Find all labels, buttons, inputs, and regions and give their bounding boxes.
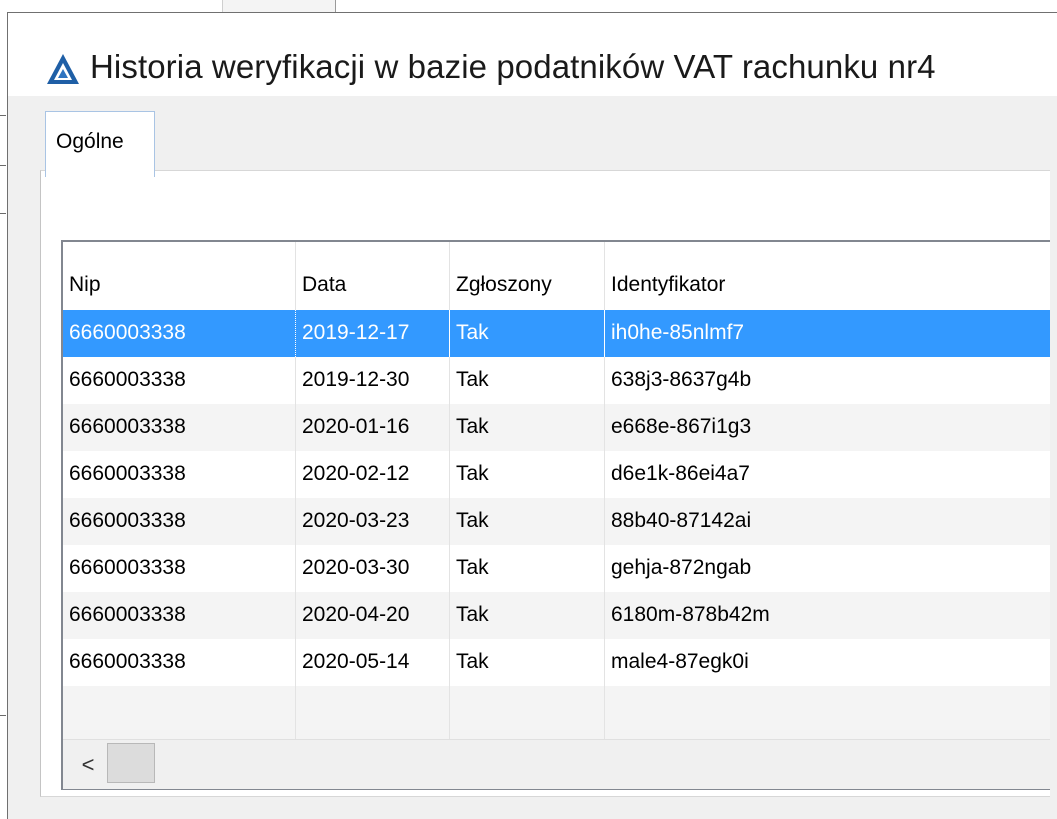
cell-data: 2020-01-16 <box>296 404 450 451</box>
cell-data: 2020-03-30 <box>296 545 450 592</box>
tab-general[interactable]: Ogólne <box>45 111 155 177</box>
horizontal-scrollbar[interactable]: < <box>63 739 1050 789</box>
table-row[interactable]: 6660003338 2020-01-16 Tak e668e-867i1g3 <box>63 404 1050 451</box>
cell-empty <box>605 686 1050 739</box>
cell-nip: 6660003338 <box>63 592 296 639</box>
cell-nip: 6660003338 <box>63 639 296 686</box>
cell-data: 2020-02-12 <box>296 451 450 498</box>
cell-zgloszony: Tak <box>450 357 605 404</box>
cell-identyfikator: gehja-872ngab <box>611 556 752 579</box>
cell-identyfikator: male4-87egk0i <box>611 650 749 673</box>
table-row-empty <box>63 686 1050 739</box>
cell-nip: 6660003338 <box>63 310 296 357</box>
cell-identyfikator: d6e1k-86ei4a7 <box>611 462 750 485</box>
cell-identyfikator: 6180m-878b42m <box>611 603 770 626</box>
cell-nip: 6660003338 <box>63 357 296 404</box>
cell-identyfikator: 88b40-87142ai <box>611 509 752 532</box>
tab-general-label: Ogólne <box>56 130 124 153</box>
scrollbar-thumb[interactable] <box>107 743 155 783</box>
cell-nip: 6660003338 <box>63 545 296 592</box>
column-header-data[interactable]: Data <box>296 242 450 310</box>
chevron-left-icon[interactable]: < <box>71 746 105 784</box>
cell-zgloszony: Tak <box>450 404 605 451</box>
table-row[interactable]: 6660003338 2020-04-20 Tak 6180m-878b42m <box>63 592 1050 639</box>
table-row[interactable]: 6660003338 2020-03-30 Tak gehja-872ngab <box>63 545 1050 592</box>
table-row[interactable]: 6660003338 2020-02-12 Tak d6e1k-86ei4a7 <box>63 451 1050 498</box>
table-row[interactable]: 6660003338 2020-05-14 Tak male4-87egk0i <box>63 639 1050 686</box>
cell-identyfikator: 638j3-8637g4b <box>611 368 752 391</box>
cell-nip: 6660003338 <box>63 498 296 545</box>
background-tab <box>222 0 336 12</box>
cell-nip: 6660003338 <box>63 404 296 451</box>
cell-empty <box>296 686 450 739</box>
cell-empty <box>63 686 296 739</box>
background-divider <box>0 165 6 166</box>
cell-zgloszony: Tak <box>450 639 605 686</box>
cell-data: 2020-04-20 <box>296 592 450 639</box>
cell-identyfikator: e668e-867i1g3 <box>611 415 752 438</box>
cell-zgloszony: Tak <box>450 498 605 545</box>
table-row[interactable]: 6660003338 2019-12-30 Tak 638j3-8637g4b <box>63 357 1050 404</box>
cell-identyfikator: ih0he-85nlmf7 <box>611 321 745 344</box>
cell-data: 2019-12-17 <box>296 310 450 357</box>
cell-zgloszony: Tak <box>450 545 605 592</box>
window-title: Historia weryfikacji w bazie podatników … <box>90 48 936 85</box>
verification-history-table: Nip Data Zgłoszony Identyfikator 6660003… <box>61 240 1050 790</box>
cell-nip: 6660003338 <box>63 451 296 498</box>
column-header-nip[interactable]: Nip <box>63 242 296 310</box>
cell-data: 2020-05-14 <box>296 639 450 686</box>
table-row[interactable]: 6660003338 2020-03-23 Tak 88b40-87142ai <box>63 498 1050 545</box>
cell-zgloszony: Tak <box>450 310 605 357</box>
cell-zgloszony: Tak <box>450 592 605 639</box>
table-row[interactable]: 6660003338 2019-12-17 Tak ih0he-85nlmf7 <box>63 310 1050 357</box>
column-header-identyfikator[interactable]: Identyfikator <box>605 242 1050 310</box>
cell-zgloszony: Tak <box>450 451 605 498</box>
column-header-zgloszony[interactable]: Zgłoszony <box>450 242 605 310</box>
background-divider <box>0 213 6 214</box>
cell-data: 2019-12-30 <box>296 357 450 404</box>
title-bar[interactable]: Historia weryfikacji w bazie podatników … <box>8 13 1057 96</box>
background-divider <box>0 115 6 116</box>
cell-data: 2020-03-23 <box>296 498 450 545</box>
table-header: Nip Data Zgłoszony Identyfikator <box>63 242 1050 310</box>
app-logo-icon <box>47 54 79 84</box>
background-divider <box>0 715 6 716</box>
cell-empty <box>450 686 605 739</box>
